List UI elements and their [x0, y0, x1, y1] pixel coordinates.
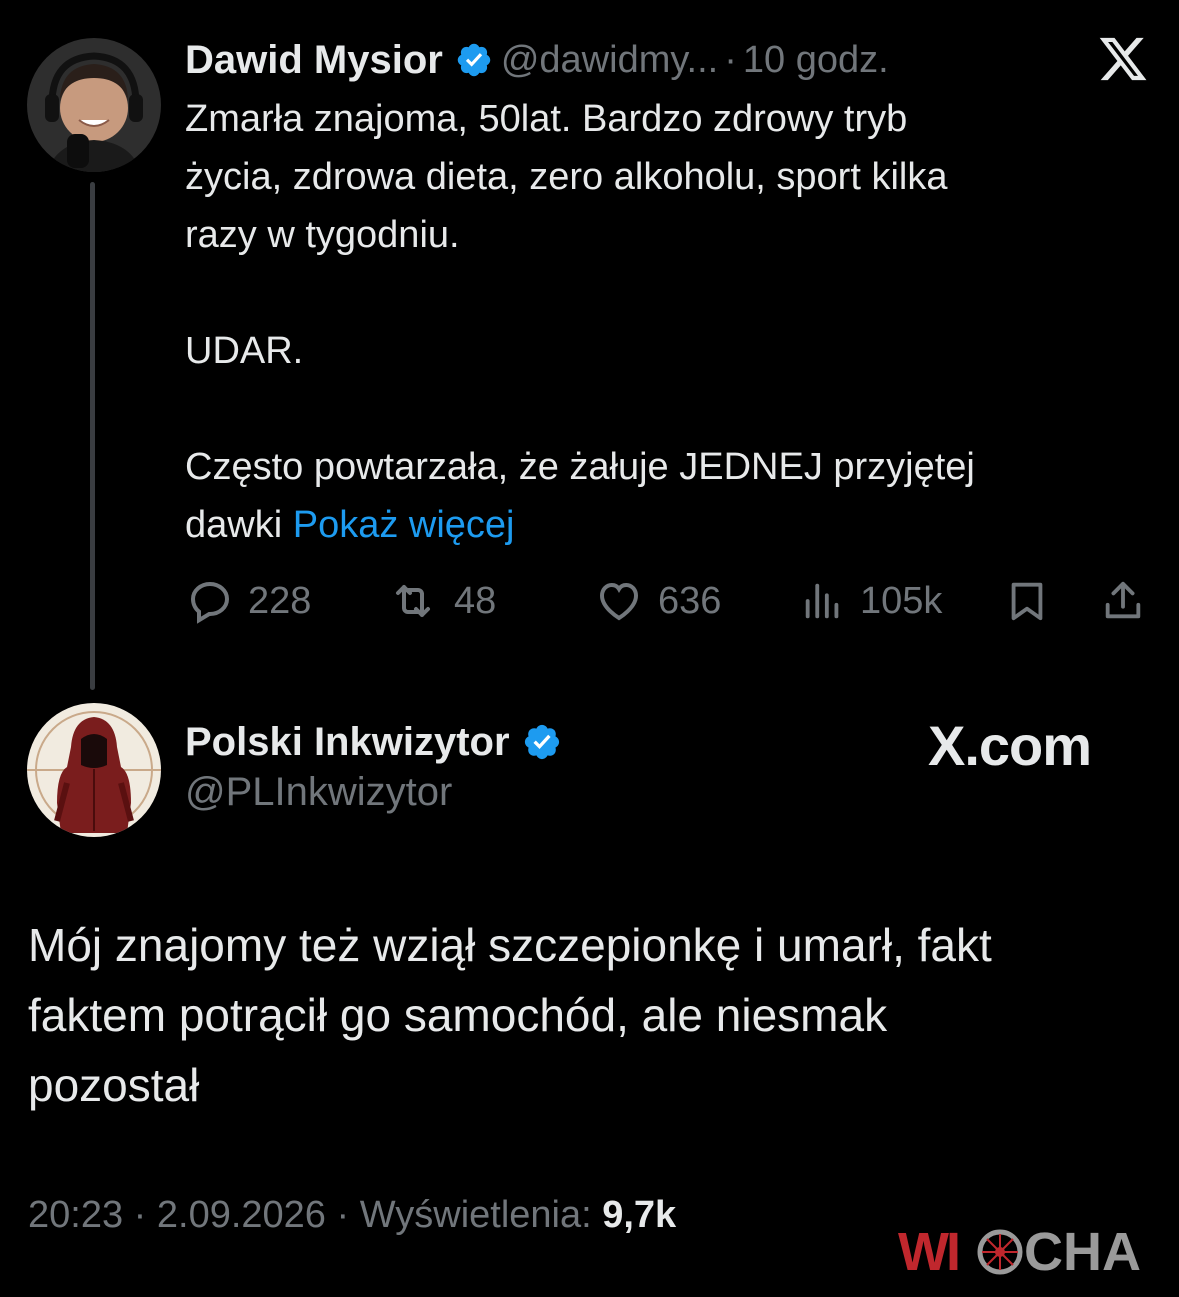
thread-connector-line: [90, 182, 95, 690]
reply-views-count[interactable]: 9,7k: [602, 1194, 676, 1236]
share-icon: [1105, 581, 1141, 619]
like-button[interactable]: 636: [594, 574, 721, 628]
reply-line: Mój znajomy też wziął szczepionkę i umar…: [28, 919, 992, 971]
reply-time[interactable]: 20:23: [28, 1194, 123, 1236]
retweet-icon: [396, 585, 430, 617]
views-count: 105k: [860, 579, 943, 622]
tweet-line-last: dawki Pokaż więcej: [185, 504, 515, 546]
wiocha-logo: W I CHA: [898, 1222, 1141, 1282]
x-logo-icon[interactable]: [1096, 33, 1150, 85]
bookmark-icon: [1011, 582, 1043, 621]
author-name[interactable]: Dawid Mysior: [185, 38, 443, 83]
author-avatar[interactable]: [27, 38, 161, 172]
tweet-line: razy w tygodniu.: [185, 214, 460, 256]
x-com-label: X.com: [928, 713, 1092, 777]
x-com-brand: X.com: [928, 712, 1092, 778]
separator-dot: ·: [336, 1194, 350, 1236]
like-count: 636: [658, 579, 722, 622]
wiocha-watermark: W I CHA: [898, 1218, 1148, 1282]
author-handle[interactable]: @dawidmy...: [501, 39, 718, 82]
separator-dot: ·: [724, 38, 737, 81]
heart-icon: [599, 582, 639, 621]
tweet-line: UDAR.: [185, 330, 304, 372]
reply-meta: 20:23 · 2.09.2026 · Wyświetlenia: 9,7k: [28, 1194, 676, 1237]
tweet-line: życia, zdrowa dieta, zero alkoholu, spor…: [185, 156, 948, 198]
svg-text:CHA: CHA: [1024, 1222, 1141, 1282]
retweet-count: 48: [454, 579, 497, 622]
svg-text:I: I: [946, 1222, 961, 1282]
reply-author-name[interactable]: Polski Inkwizytor: [185, 720, 510, 765]
show-more-link[interactable]: Pokaż więcej: [293, 504, 515, 546]
tweet-header: Dawid Mysior @dawidmy... · 10 godz.: [185, 30, 889, 90]
separator-dot: ·: [133, 1194, 147, 1236]
svg-text:W: W: [898, 1222, 949, 1282]
reply-header: Polski Inkwizytor: [185, 712, 570, 772]
verified-badge-icon: [457, 43, 491, 77]
reply-line: pozostał: [28, 1059, 200, 1111]
tweet-line: Często powtarzała, że żałuje JEDNEJ przy…: [185, 446, 975, 488]
views-label: Wyświetlenia:: [359, 1194, 592, 1236]
share-button[interactable]: [1100, 574, 1160, 628]
tweet-text: Zmarła znajoma, 50lat. Bardzo zdrowy try…: [185, 90, 1145, 554]
reply-date[interactable]: 2.09.2026: [157, 1194, 326, 1236]
retweet-button[interactable]: 48: [386, 574, 496, 628]
reply-icon: [190, 581, 230, 624]
bookmark-button[interactable]: [1004, 574, 1064, 628]
reply-text: Mój znajomy też wziął szczepionkę i umar…: [28, 910, 1148, 1120]
views-button[interactable]: 105k: [800, 574, 942, 628]
tweet-time[interactable]: 10 godz.: [743, 39, 889, 82]
reply-author-handle[interactable]: @PLInkwizytor: [185, 770, 452, 815]
reply-author-avatar[interactable]: [27, 703, 161, 837]
reply-button[interactable]: 228: [186, 574, 311, 628]
verified-badge-icon: [524, 724, 559, 760]
reply-line: faktem potrącił go samochód, ale niesmak: [28, 989, 888, 1041]
tweet-line: Zmarła znajoma, 50lat. Bardzo zdrowy try…: [185, 98, 908, 140]
views-bars-icon: [805, 583, 839, 619]
reply-count: 228: [248, 579, 312, 622]
